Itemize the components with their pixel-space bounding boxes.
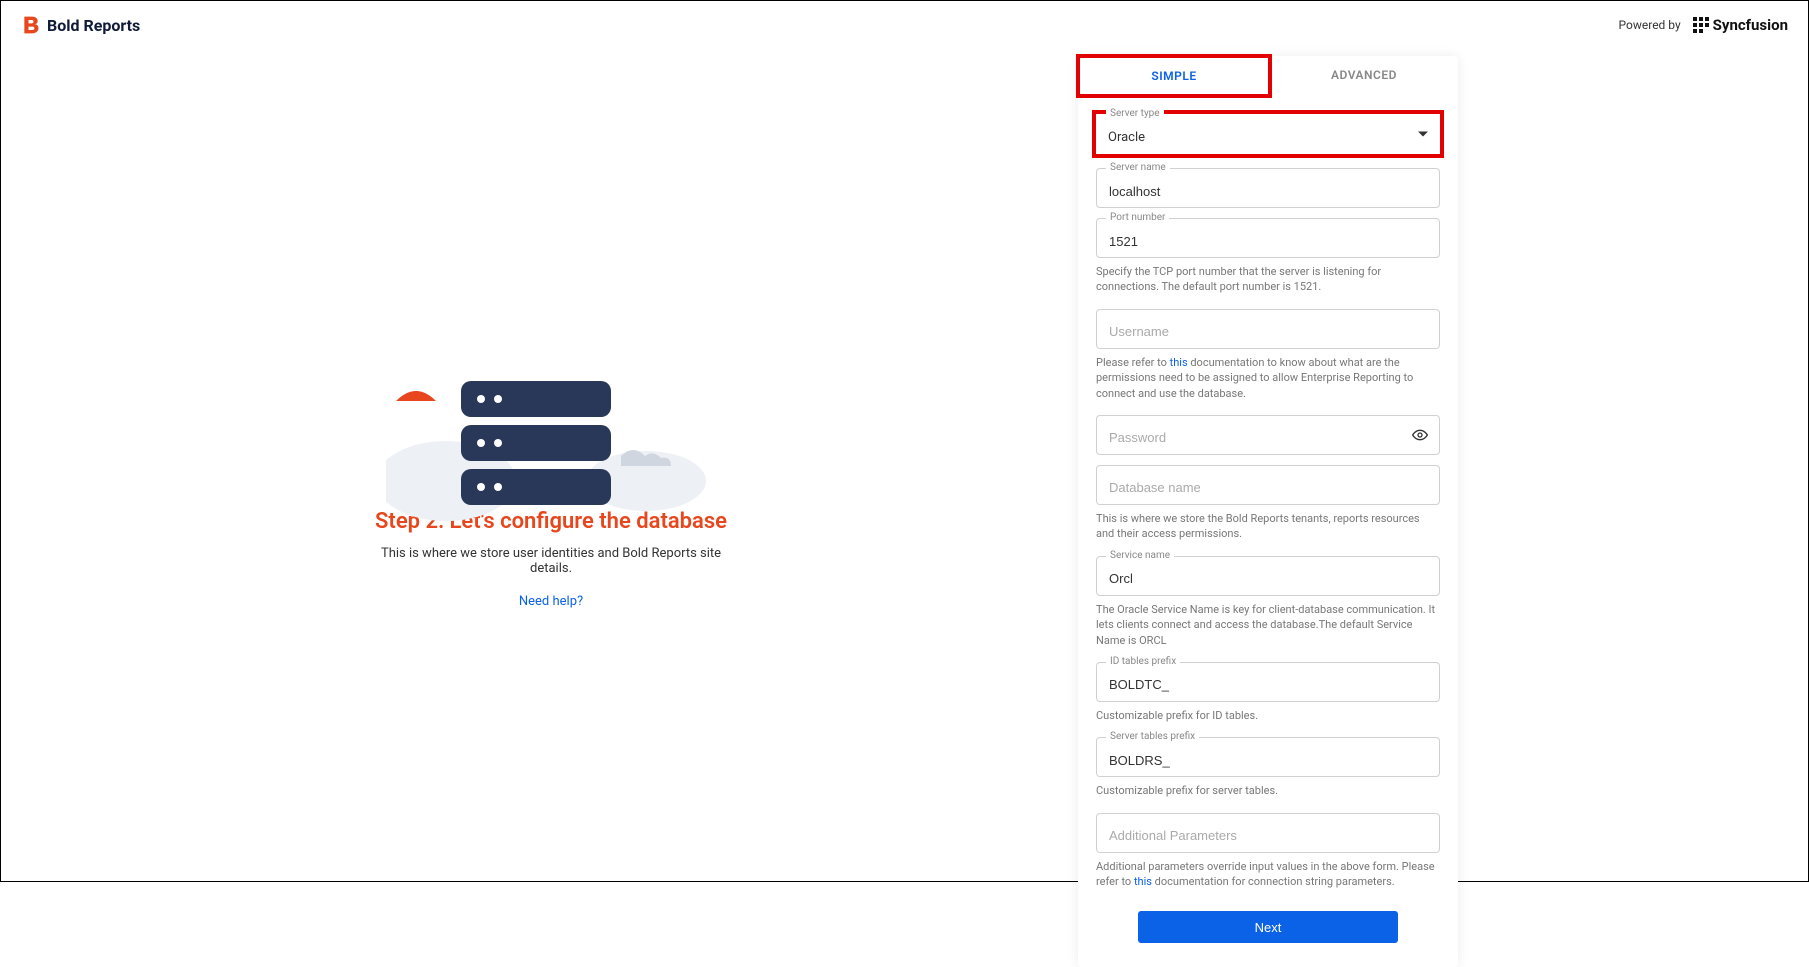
service-input[interactable] <box>1096 556 1440 596</box>
powered-by-syncfusion: Powered by Syncfusion <box>1619 16 1788 34</box>
id-prefix-input[interactable] <box>1096 662 1440 702</box>
need-help-link[interactable]: Need help? <box>519 594 583 609</box>
dbname-input[interactable] <box>1096 465 1440 505</box>
port-label: Port number <box>1106 212 1169 223</box>
server-name-label: Server name <box>1106 162 1170 173</box>
config-panel: SIMPLE ADVANCED Server type Oracle Serve… <box>1078 56 1458 967</box>
server-type-select[interactable]: Oracle <box>1096 114 1440 154</box>
database-illustration <box>371 361 731 551</box>
service-hint: The Oracle Service Name is key for clien… <box>1096 602 1440 648</box>
form-body: Server type Oracle Server name Port numb… <box>1078 96 1458 943</box>
additional-hint: Additional parameters override input val… <box>1096 859 1440 890</box>
bold-reports-logo: Bold Reports <box>21 15 140 35</box>
next-button[interactable]: Next <box>1138 911 1398 943</box>
additional-wrap <box>1096 813 1440 853</box>
additional-input[interactable] <box>1096 813 1440 853</box>
tab-simple[interactable]: SIMPLE <box>1076 54 1272 98</box>
port-input[interactable] <box>1096 218 1440 258</box>
server-name-input[interactable] <box>1096 168 1440 208</box>
syncfusion-logo: Syncfusion <box>1693 16 1788 34</box>
header: Bold Reports Powered by Syncfusion <box>1 1 1808 49</box>
server-prefix-label: Server tables prefix <box>1106 731 1199 742</box>
username-doc-link[interactable]: this <box>1170 356 1188 369</box>
server-type-wrap: Server type Oracle <box>1092 110 1444 158</box>
tabs: SIMPLE ADVANCED <box>1078 56 1458 96</box>
chevron-down-icon <box>1418 132 1428 137</box>
id-prefix-hint: Customizable prefix for ID tables. <box>1096 708 1440 723</box>
tab-advanced[interactable]: ADVANCED <box>1270 56 1458 96</box>
id-prefix-wrap: ID tables prefix <box>1096 662 1440 702</box>
server-type-label: Server type <box>1106 108 1164 119</box>
port-hint: Specify the TCP port number that the ser… <box>1096 264 1440 295</box>
server-prefix-wrap: Server tables prefix <box>1096 737 1440 777</box>
server-prefix-input[interactable] <box>1096 737 1440 777</box>
username-input[interactable] <box>1096 309 1440 349</box>
bold-reports-text: Bold Reports <box>47 16 140 35</box>
service-wrap: Service name <box>1096 556 1440 596</box>
server-name-wrap: Server name <box>1096 168 1440 208</box>
syncfusion-icon <box>1693 17 1709 33</box>
port-wrap: Port number <box>1096 218 1440 258</box>
powered-by-label: Powered by <box>1619 18 1681 32</box>
dbname-hint: This is where we store the Bold Reports … <box>1096 511 1440 542</box>
need-help-wrap: Need help? <box>361 594 741 609</box>
username-wrap <box>1096 309 1440 349</box>
dbname-wrap <box>1096 465 1440 505</box>
id-prefix-label: ID tables prefix <box>1106 656 1180 667</box>
password-input[interactable] <box>1096 415 1440 455</box>
username-hint: Please refer to this documentation to kn… <box>1096 355 1440 401</box>
password-wrap <box>1096 415 1440 455</box>
server-prefix-hint: Customizable prefix for server tables. <box>1096 783 1440 798</box>
server-type-value: Oracle <box>1108 130 1145 145</box>
service-label: Service name <box>1106 550 1174 561</box>
bold-reports-icon <box>21 15 41 35</box>
eye-icon[interactable] <box>1412 427 1428 443</box>
